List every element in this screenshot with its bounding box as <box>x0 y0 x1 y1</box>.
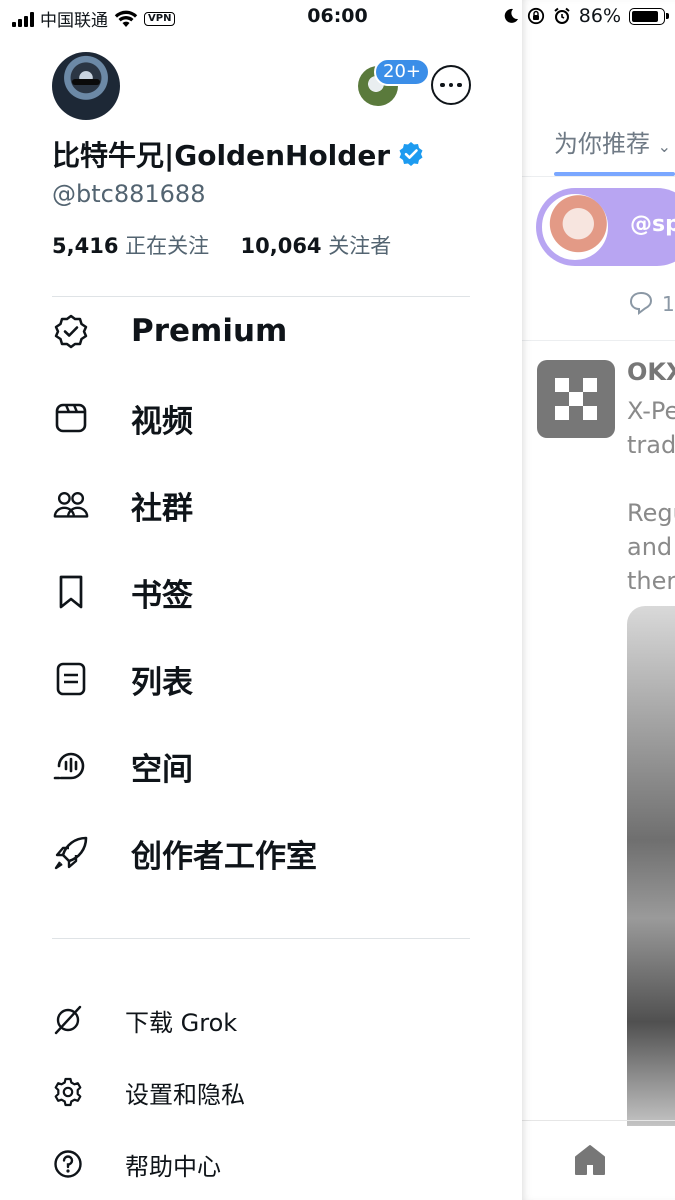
menu-label: 空间 <box>131 751 193 788</box>
menu-label: 列表 <box>131 664 193 701</box>
divider <box>52 938 470 939</box>
menu-item-video[interactable]: 视频 <box>0 388 522 448</box>
account-count-badge: 20+ <box>374 58 430 86</box>
menu-item-download-grok[interactable]: 下载 Grok <box>0 990 522 1050</box>
menu-label: 帮助中心 <box>125 1152 221 1181</box>
follow-stats: 5,416 正在关注 10,064 关注者 <box>52 230 391 260</box>
screen: 中国联通 VPN 06:00 86% 为你推荐 ⌄ @sp 1 OK X-Pe … <box>0 0 675 1200</box>
menu-item-settings[interactable]: 设置和隐私 <box>0 1062 522 1122</box>
gear-icon <box>52 1076 84 1108</box>
followers-link[interactable]: 10,064 关注者 <box>241 234 392 258</box>
display-name[interactable]: 比特牛兄|GoldenHolder <box>52 134 424 174</box>
menu-item-premium[interactable]: Premium <box>0 301 522 361</box>
rocket-icon <box>52 834 90 872</box>
menu-item-help-center[interactable]: 帮助中心 <box>0 1134 522 1194</box>
communities-icon <box>52 486 90 524</box>
following-link[interactable]: 5,416 正在关注 <box>52 234 209 258</box>
dot-icon <box>440 82 445 88</box>
verified-badge-icon <box>399 142 423 166</box>
user-handle: @btc881688 <box>52 180 206 208</box>
menu-label: 下载 Grok <box>125 1008 238 1037</box>
menu-label: 社群 <box>131 490 193 527</box>
battery-percent: 86% <box>578 5 621 27</box>
menu-label: Premium <box>131 313 288 349</box>
side-drawer: 20+ 比特牛兄|GoldenHolder @btc881688 5,416 正… <box>0 0 522 1200</box>
rotation-lock-icon <box>527 7 544 25</box>
spaces-icon <box>52 747 90 785</box>
menu-item-creator-studio[interactable]: 创作者工作室 <box>0 823 522 883</box>
menu-item-communities[interactable]: 社群 <box>0 475 522 535</box>
bookmark-icon <box>52 573 90 611</box>
alarm-icon <box>554 7 570 24</box>
menu-item-spaces[interactable]: 空间 <box>0 736 522 796</box>
status-bar: 中国联通 VPN 06:00 86% <box>0 0 675 36</box>
more-accounts-button[interactable] <box>431 65 471 105</box>
grok-icon <box>52 1004 84 1036</box>
menu-label: 书签 <box>131 577 193 614</box>
menu-label: 视频 <box>131 403 193 440</box>
list-icon <box>52 660 90 698</box>
menu-item-lists[interactable]: 列表 <box>0 649 522 709</box>
menu-label: 设置和隐私 <box>125 1080 245 1109</box>
menu-label: 创作者工作室 <box>131 838 317 875</box>
profile-avatar[interactable] <box>52 52 120 120</box>
divider <box>52 296 470 297</box>
battery-icon <box>629 7 669 25</box>
menu-item-bookmarks[interactable]: 书签 <box>0 562 522 622</box>
moon-icon <box>504 8 518 23</box>
video-icon <box>52 399 90 437</box>
help-icon <box>52 1148 84 1180</box>
premium-badge-icon <box>52 312 90 350</box>
